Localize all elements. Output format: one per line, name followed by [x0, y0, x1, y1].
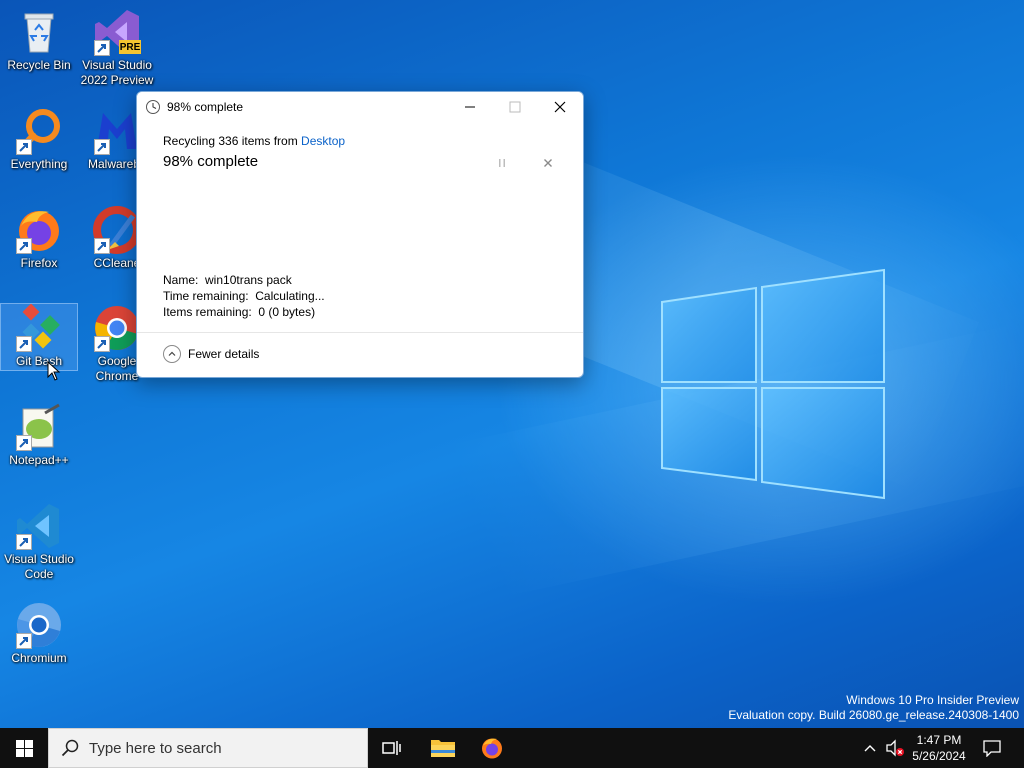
windows-start-icon: [15, 739, 33, 757]
desktop-icon-label: Visual Studio Code: [4, 552, 74, 581]
desktop-icon-everything[interactable]: Everything: [1, 107, 77, 172]
start-button[interactable]: [0, 728, 48, 768]
desktop-icon-recycle-bin[interactable]: Recycle Bin: [1, 8, 77, 73]
maximize-icon: [509, 101, 521, 113]
taskbar-search-box[interactable]: Type here to search: [48, 728, 368, 768]
vscode-icon: [15, 502, 63, 550]
system-clock[interactable]: 1:47 PM 5/26/2024: [902, 732, 976, 764]
source-folder-link[interactable]: Desktop: [301, 134, 345, 148]
recycle-bin-icon: [15, 8, 63, 56]
firefox-icon: [15, 206, 63, 254]
minimize-icon: [465, 106, 475, 108]
dialog-title: 98% complete: [167, 100, 244, 114]
detail-items-value: 0 (0 bytes): [258, 305, 316, 319]
desktop-icon-visual-studio-2022-preview[interactable]: PRE Visual Studio 2022 Preview: [79, 8, 155, 88]
chromium-icon: [15, 601, 63, 649]
minimize-button[interactable]: [447, 92, 493, 122]
everything-search-icon: [15, 107, 63, 155]
shortcut-arrow-icon: [16, 139, 32, 155]
desktop-icon-label: Git Bash: [15, 354, 63, 368]
shortcut-arrow-icon: [16, 336, 32, 352]
notepad-plus-plus-icon: [15, 403, 63, 451]
recycling-summary-text: Recycling 336 items from: [163, 134, 302, 148]
shortcut-arrow-icon: [94, 40, 110, 56]
shortcut-arrow-icon: [16, 238, 32, 254]
close-icon: [554, 101, 566, 113]
git-bash-icon: [15, 304, 63, 352]
fewer-details-button[interactable]: Fewer details: [163, 345, 259, 363]
clock-icon: [146, 100, 160, 114]
detail-name-row: Name: win10trans pack: [163, 272, 325, 288]
shortcut-arrow-icon: [94, 139, 110, 155]
task-view-button[interactable]: [368, 728, 416, 768]
fewer-details-label: Fewer details: [188, 347, 260, 361]
firefox-taskbar-button[interactable]: [468, 728, 516, 768]
dialog-titlebar[interactable]: 98% complete: [137, 92, 583, 122]
shortcut-arrow-icon: [16, 534, 32, 550]
desktop-icon-notepad-plus-plus[interactable]: Notepad++: [1, 403, 77, 468]
visual-studio-icon: PRE: [93, 8, 141, 56]
desktop-icon-label: Visual Studio 2022 Preview: [80, 58, 154, 87]
notification-icon: [983, 739, 1001, 757]
detail-name-value: win10trans pack: [205, 273, 292, 287]
shortcut-arrow-icon: [94, 238, 110, 254]
desktop-icon-git-bash[interactable]: Git Bash: [0, 303, 78, 371]
shortcut-arrow-icon: [16, 435, 32, 451]
pause-icon[interactable]: [495, 156, 509, 170]
clock-date: 5/26/2024: [912, 749, 966, 763]
shortcut-arrow-icon: [16, 633, 32, 649]
folder-icon: [431, 740, 455, 757]
close-button[interactable]: [537, 92, 583, 122]
search-icon: [61, 739, 79, 757]
desktop-icon-label: Recycle Bin: [7, 58, 71, 72]
clock-time: 1:47 PM: [916, 733, 962, 747]
watermark-line-2: Evaluation copy. Build 26080.ge_release.…: [728, 708, 1019, 722]
cancel-operation-icon[interactable]: [541, 156, 555, 170]
desktop-icon-visual-studio-code[interactable]: Visual Studio Code: [1, 502, 77, 582]
recycling-summary: Recycling 336 items from Desktop: [163, 134, 563, 148]
operation-details: Name: win10trans pack Time remaining: Ca…: [163, 272, 325, 320]
desktop-icon-firefox[interactable]: Firefox: [1, 206, 77, 271]
shortcut-arrow-icon: [94, 336, 110, 352]
task-view-icon: [382, 741, 401, 755]
desktop-icon-label: Everything: [10, 157, 68, 171]
detail-name-label: Name:: [163, 273, 199, 287]
chevron-up-icon: [163, 345, 181, 363]
chrome-icon: [93, 304, 141, 352]
detail-items-label: Items remaining:: [163, 305, 252, 319]
desktop-icon-chromium[interactable]: Chromium: [1, 601, 77, 666]
detail-time-row: Time remaining: Calculating...: [163, 288, 325, 304]
detail-items-row: Items remaining: 0 (0 bytes): [163, 304, 325, 320]
desktop-icon-label: Chromium: [11, 651, 67, 665]
evaluation-watermark: Windows 10 Pro Insider Preview Evaluatio…: [728, 693, 1019, 723]
desktop-icon-label: Firefox: [20, 256, 58, 270]
mouse-cursor-icon: [47, 361, 61, 381]
search-placeholder: Type here to search: [89, 739, 222, 757]
detail-time-label: Time remaining:: [163, 289, 249, 303]
divider: [137, 332, 583, 333]
maximize-button: [492, 92, 538, 122]
file-explorer-taskbar-button[interactable]: [419, 728, 467, 768]
watermark-line-1: Windows 10 Pro Insider Preview: [846, 693, 1019, 707]
detail-time-value: Calculating...: [255, 289, 325, 303]
chevron-up-icon: [864, 745, 876, 752]
taskbar: Type here to search 1:47 PM 5/26/2024: [0, 728, 1024, 768]
preview-badge: PRE: [119, 42, 141, 53]
recycle-progress-dialog: 98% complete Recycling 336 items from De…: [136, 91, 584, 378]
show-hidden-icons-button[interactable]: [860, 728, 880, 768]
ccleaner-icon: [93, 206, 141, 254]
desktop-icon-label: Notepad++: [9, 453, 69, 467]
malwarebytes-icon: [93, 107, 141, 155]
windows-logo: [661, 268, 885, 500]
firefox-icon: [482, 738, 502, 759]
action-center-button[interactable]: [980, 728, 1004, 768]
